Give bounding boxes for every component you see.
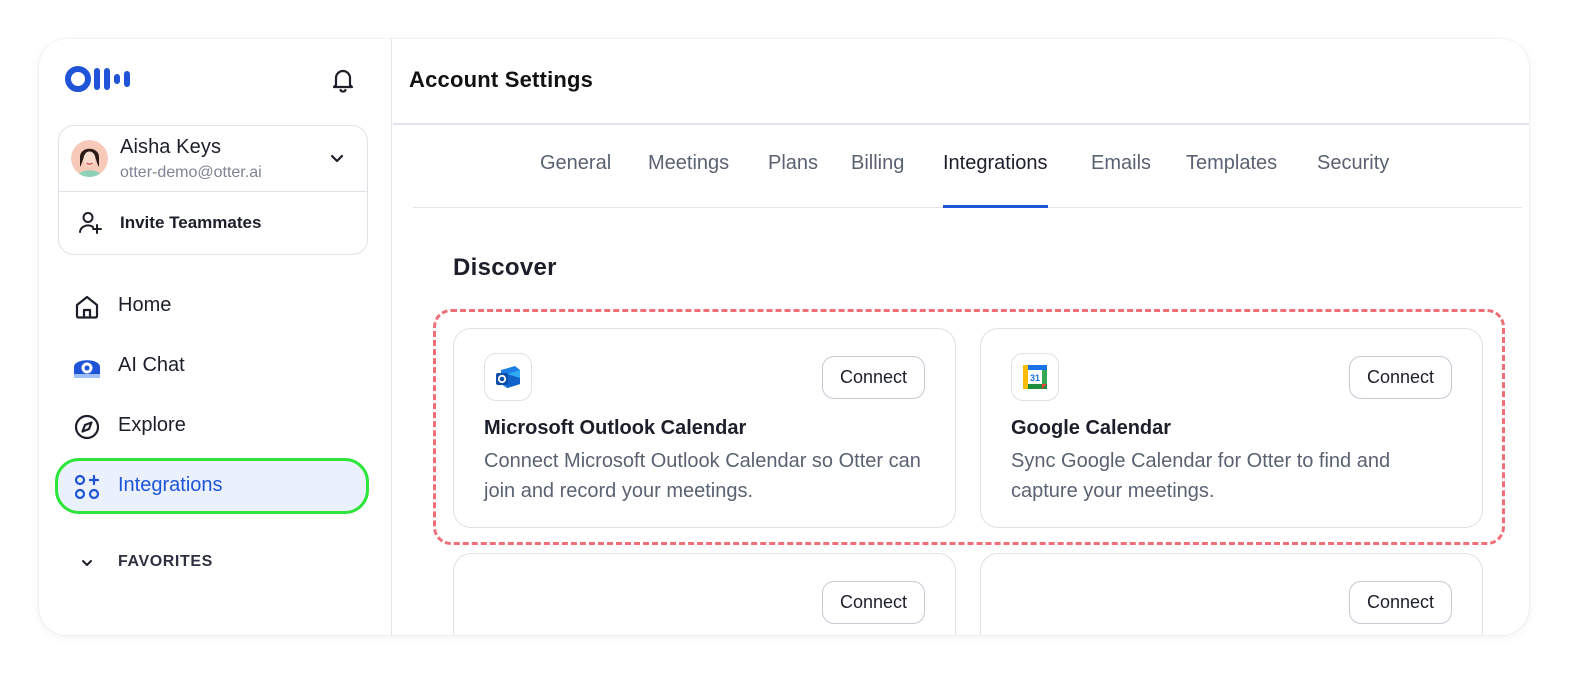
card-title: Google Calendar	[1011, 417, 1172, 439]
outlook-icon	[496, 366, 520, 388]
tab-integrations[interactable]: Integrations	[943, 152, 1048, 208]
sidebar: Aisha Keys otter-demo@otter.ai Invite Te…	[39, 39, 392, 635]
integration-card: Connect	[980, 553, 1483, 635]
connect-button[interactable]: Connect	[1349, 356, 1452, 399]
add-user-icon	[79, 212, 102, 234]
integration-icon	[484, 353, 532, 401]
compass-icon	[74, 414, 100, 440]
sidebar-item-label: AI Chat	[118, 354, 185, 376]
sidebar-item-explore[interactable]: Explore	[55, 398, 369, 454]
chevron-down-icon[interactable]	[327, 148, 347, 168]
integration-icon: 31	[1011, 353, 1059, 401]
tab-meetings[interactable]: Meetings	[648, 152, 729, 208]
integration-card: Connect	[453, 553, 956, 635]
invite-teammates-label: Invite Teammates	[120, 213, 262, 232]
sidebar-item-label: Explore	[118, 414, 186, 436]
chevron-down-icon	[82, 560, 92, 566]
section-title: Discover	[453, 254, 557, 281]
otter-logo-icon[interactable]	[65, 66, 137, 92]
sidebar-item-label: Home	[118, 294, 172, 316]
user-email: otter-demo@otter.ai	[120, 164, 262, 181]
sidebar-item-label: Integrations	[118, 474, 223, 496]
favorites-label: FAVORITES	[118, 553, 213, 570]
settings-tabs: General Meetings Plans Billing Integrati…	[413, 124, 1522, 208]
bell-icon[interactable]	[329, 66, 357, 94]
integrations-icon	[74, 474, 100, 500]
app-window: Aisha Keys otter-demo@otter.ai Invite Te…	[39, 39, 1529, 635]
connect-button[interactable]: Connect	[1349, 581, 1452, 624]
main-panel: Account Settings General Meetings Plans …	[393, 39, 1529, 635]
user-name: Aisha Keys	[120, 136, 222, 158]
sidebar-item-ai-chat[interactable]: AI Chat	[55, 338, 369, 394]
account-switcher[interactable]: Aisha Keys otter-demo@otter.ai	[59, 126, 367, 192]
avatar	[71, 140, 108, 177]
calendar-day-text: 31	[1030, 373, 1040, 383]
tab-plans[interactable]: Plans	[768, 152, 818, 208]
card-title: Microsoft Outlook Calendar	[484, 417, 747, 439]
card-description: Connect Microsoft Outlook Calendar so Ot…	[484, 450, 921, 502]
integration-card-google-calendar: 31 Connect Google Calendar Sync Google C…	[980, 328, 1483, 528]
google-calendar-icon: 31	[1023, 365, 1047, 389]
sidebar-item-home[interactable]: Home	[55, 278, 369, 334]
home-icon	[75, 295, 99, 319]
tab-billing[interactable]: Billing	[851, 152, 904, 208]
card-description: Sync Google Calendar for Otter to find a…	[1011, 450, 1391, 502]
tab-templates[interactable]: Templates	[1186, 152, 1277, 208]
sidebar-item-integrations[interactable]: Integrations	[55, 458, 369, 514]
ai-chat-icon	[74, 360, 100, 378]
tab-emails[interactable]: Emails	[1091, 152, 1151, 208]
page-title: Account Settings	[409, 67, 594, 92]
connect-button[interactable]: Connect	[822, 356, 925, 399]
tab-security[interactable]: Security	[1317, 152, 1389, 208]
connect-button[interactable]: Connect	[822, 581, 925, 624]
integration-card-outlook: Connect Microsoft Outlook Calendar Conne…	[453, 328, 956, 528]
invite-teammates-button[interactable]: Invite Teammates	[59, 192, 367, 254]
tab-general[interactable]: General	[540, 152, 611, 208]
account-card: Aisha Keys otter-demo@otter.ai Invite Te…	[58, 125, 368, 255]
